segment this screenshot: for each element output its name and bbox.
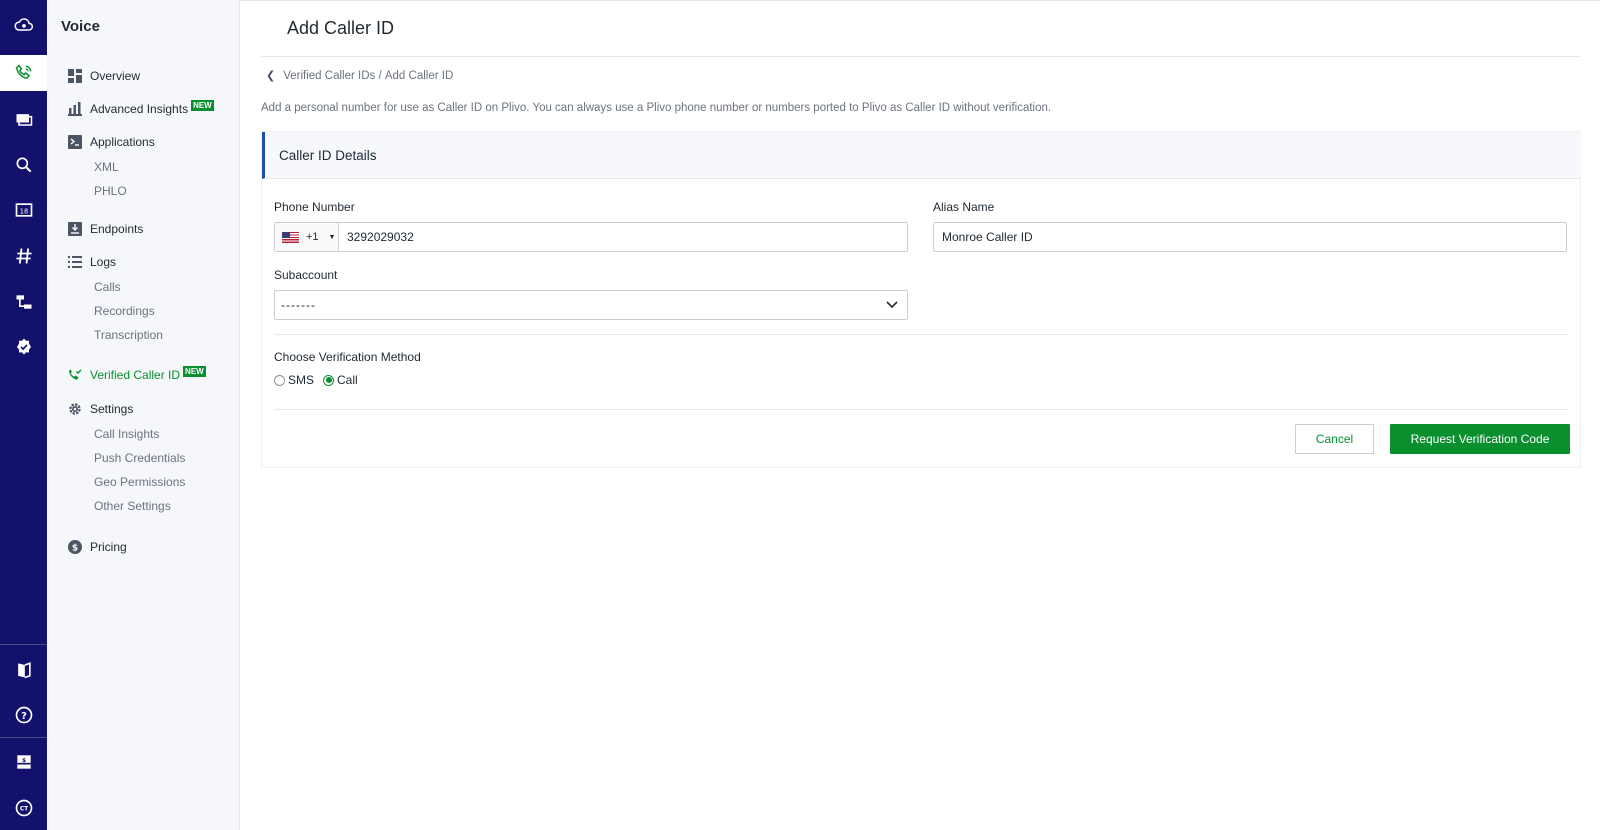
cloud-logo-icon[interactable]	[0, 5, 47, 45]
help-icon[interactable]: ?	[0, 695, 47, 735]
dial-code: +1	[306, 231, 319, 243]
breadcrumb: ❮ Verified Caller IDs / Add Caller ID	[266, 69, 454, 83]
phone-number-input[interactable]: 3292029032	[339, 230, 414, 244]
sidebar-item-pricing[interactable]: $ Pricing	[68, 538, 127, 556]
app-rail: 18 ? $ CT	[0, 0, 47, 830]
gear-icon	[68, 402, 82, 416]
page-title: Add Caller ID	[287, 18, 395, 38]
alias-name-label: Alias Name	[933, 200, 995, 214]
breadcrumb-parent-link[interactable]: Verified Caller IDs	[283, 70, 375, 82]
new-badge: NEW	[191, 99, 214, 111]
cancel-button[interactable]: Cancel	[1295, 424, 1374, 454]
chevron-left-icon[interactable]: ❮	[266, 69, 275, 82]
bar-chart-icon	[68, 102, 82, 116]
list-icon	[68, 255, 82, 269]
sidebar-subitem-other-settings[interactable]: Other Settings	[94, 499, 171, 513]
radio-option-call[interactable]: Call	[323, 373, 358, 387]
svg-text:$: $	[72, 544, 78, 554]
call-radio-label: Call	[337, 373, 358, 387]
sidebar-title: Voice	[61, 18, 100, 35]
top-border	[240, 0, 1600, 1]
sidebar-item-label: Overview	[90, 69, 141, 83]
card-header: Caller ID Details	[262, 132, 1581, 179]
phone-check-icon	[68, 368, 82, 382]
sidebar-item-logs[interactable]: Logs	[68, 253, 116, 271]
subaccount-select[interactable]: -------	[274, 290, 908, 320]
sms-radio[interactable]	[274, 374, 285, 386]
chevron-down-icon	[877, 301, 907, 309]
sidebar-item-overview[interactable]: Overview	[68, 67, 140, 85]
phone-number-field: +1 ▼ 3292029032	[274, 222, 908, 252]
sidebar-item-endpoints[interactable]: Endpoints	[68, 220, 143, 238]
breadcrumb-current: Add Caller ID	[384, 69, 454, 82]
sidebar-subitem-xml[interactable]: XML	[94, 160, 119, 174]
call-radio[interactable]	[323, 374, 335, 386]
dollar-icon: $	[68, 540, 82, 554]
endpoint-icon	[68, 222, 82, 236]
svg-text:?: ?	[21, 711, 27, 722]
alias-name-input[interactable]: Monroe Caller ID	[933, 222, 1567, 252]
new-badge: NEW	[183, 365, 206, 377]
sidebar-item-advanced-insights[interactable]: Advanced Insights NEW	[68, 99, 214, 118]
lookup-icon[interactable]	[0, 145, 47, 185]
sidebar-item-verified-caller-id[interactable]: Verified Caller ID NEW	[68, 365, 206, 384]
sidebar-item-label: Applications	[90, 135, 155, 149]
sidebar-item-applications[interactable]: Applications	[68, 133, 155, 151]
sidebar-subitem-call-insights[interactable]: Call Insights	[94, 427, 159, 441]
phone-icon[interactable]	[0, 55, 47, 91]
caret-down-icon: ▼	[328, 233, 336, 241]
verification-method-label: Choose Verification Method	[274, 350, 421, 364]
request-verification-code-button[interactable]: Request Verification Code	[1390, 424, 1570, 454]
voice-sidebar: Voice Overview Advanced Insights NEW App…	[47, 0, 240, 830]
sidebar-subitem-geo-permissions[interactable]: Geo Permissions	[94, 475, 185, 489]
sidebar-subitem-push-credentials[interactable]: Push Credentials	[94, 451, 185, 465]
account-icon[interactable]: CT	[0, 788, 47, 828]
sms-radio-label: SMS	[288, 373, 315, 387]
sidebar-item-label: Pricing	[90, 540, 127, 554]
card-title: Caller ID Details	[279, 148, 377, 163]
billing-icon[interactable]: $	[0, 742, 47, 782]
subaccount-value: -------	[281, 298, 316, 312]
docs-icon[interactable]	[0, 650, 47, 690]
verification-method-group: SMS Call	[274, 373, 367, 387]
breadcrumb-separator: /	[375, 69, 385, 82]
sidebar-item-label: Verified Caller ID	[90, 368, 181, 382]
sidebar-item-label: Logs	[90, 255, 117, 269]
sidebar-item-settings[interactable]: Settings	[68, 400, 133, 418]
form-divider	[274, 334, 1568, 335]
sidebar-item-label: Advanced Insights	[90, 102, 189, 116]
sidebar-item-label: Settings	[90, 402, 134, 416]
verified-badge-icon[interactable]	[0, 327, 47, 367]
sidebar-subitem-phlo[interactable]: PHLO	[94, 184, 127, 198]
alias-name-value: Monroe Caller ID	[942, 230, 1033, 244]
intro-text: Add a personal number for use as Caller …	[261, 102, 1052, 114]
number-icon[interactable]: 18	[0, 190, 47, 230]
sidebar-subitem-calls[interactable]: Calls	[94, 280, 121, 294]
svg-text:18: 18	[19, 207, 27, 215]
phone-number-label: Phone Number	[274, 200, 355, 214]
dashboard-icon	[68, 69, 82, 83]
sidebar-subitem-transcription[interactable]: Transcription	[94, 328, 163, 342]
sidebar-item-label: Endpoints	[90, 222, 144, 236]
sidebar-subitem-recordings[interactable]: Recordings	[94, 304, 155, 318]
country-code-selector[interactable]: +1 ▼	[275, 223, 339, 251]
title-divider	[261, 56, 1581, 57]
svg-text:$: $	[21, 758, 25, 764]
radio-option-sms[interactable]: SMS	[274, 373, 314, 387]
subaccount-label: Subaccount	[274, 268, 338, 282]
terminal-icon	[68, 135, 82, 149]
messaging-icon[interactable]	[0, 100, 47, 140]
us-flag-icon	[282, 231, 299, 243]
flow-icon[interactable]	[0, 282, 47, 322]
hash-icon[interactable]	[0, 236, 47, 276]
svg-text:CT: CT	[19, 807, 27, 813]
actions-divider	[274, 409, 1568, 410]
